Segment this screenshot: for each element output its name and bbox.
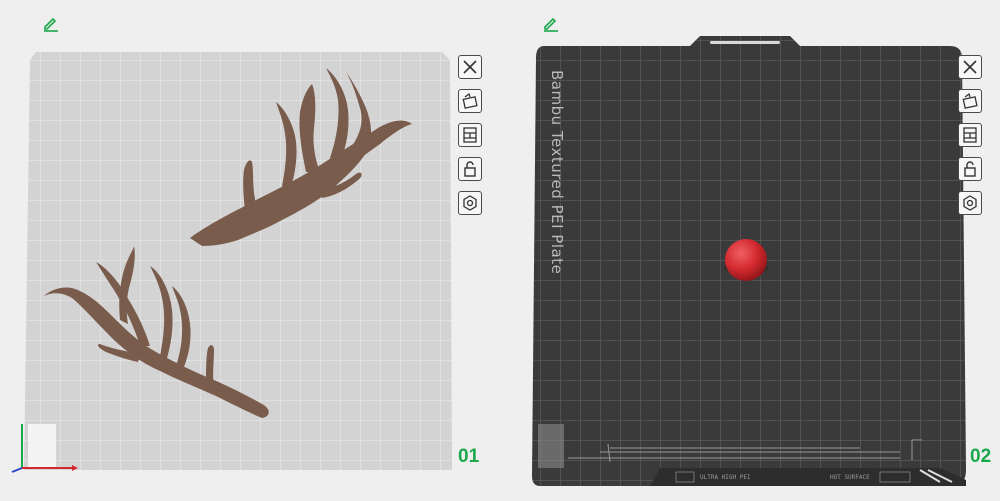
lock-icon[interactable]	[958, 157, 982, 181]
plate-toolbar-01	[458, 55, 482, 215]
settings-icon[interactable]	[958, 191, 982, 215]
plate-toolbar-02	[958, 55, 982, 215]
settings-icon[interactable]	[458, 191, 482, 215]
close-icon[interactable]	[958, 55, 982, 79]
auto-orient-icon[interactable]	[958, 89, 982, 113]
plate-canvas-02[interactable]	[500, 0, 1000, 501]
plate-footer-text: ULTRA HIGH PEI	[700, 474, 751, 481]
arrange-icon[interactable]	[958, 123, 982, 147]
auto-orient-icon[interactable]	[458, 89, 482, 113]
plate-number: 01	[458, 446, 480, 467]
plate-number: 02	[970, 446, 992, 467]
plate-panel-01: 01	[0, 0, 500, 501]
close-icon[interactable]	[458, 55, 482, 79]
arrange-icon[interactable]	[458, 123, 482, 147]
plate-canvas-01[interactable]	[0, 0, 500, 501]
plate-type-label: Bambu Textured PEI Plate	[548, 70, 566, 275]
plate-footer-warning: HOT SURFACE	[830, 474, 870, 481]
lock-icon[interactable]	[458, 157, 482, 181]
plate-panel-02: Bambu Textured PEI Plate ULTRA HIGH PEI …	[500, 0, 1000, 501]
